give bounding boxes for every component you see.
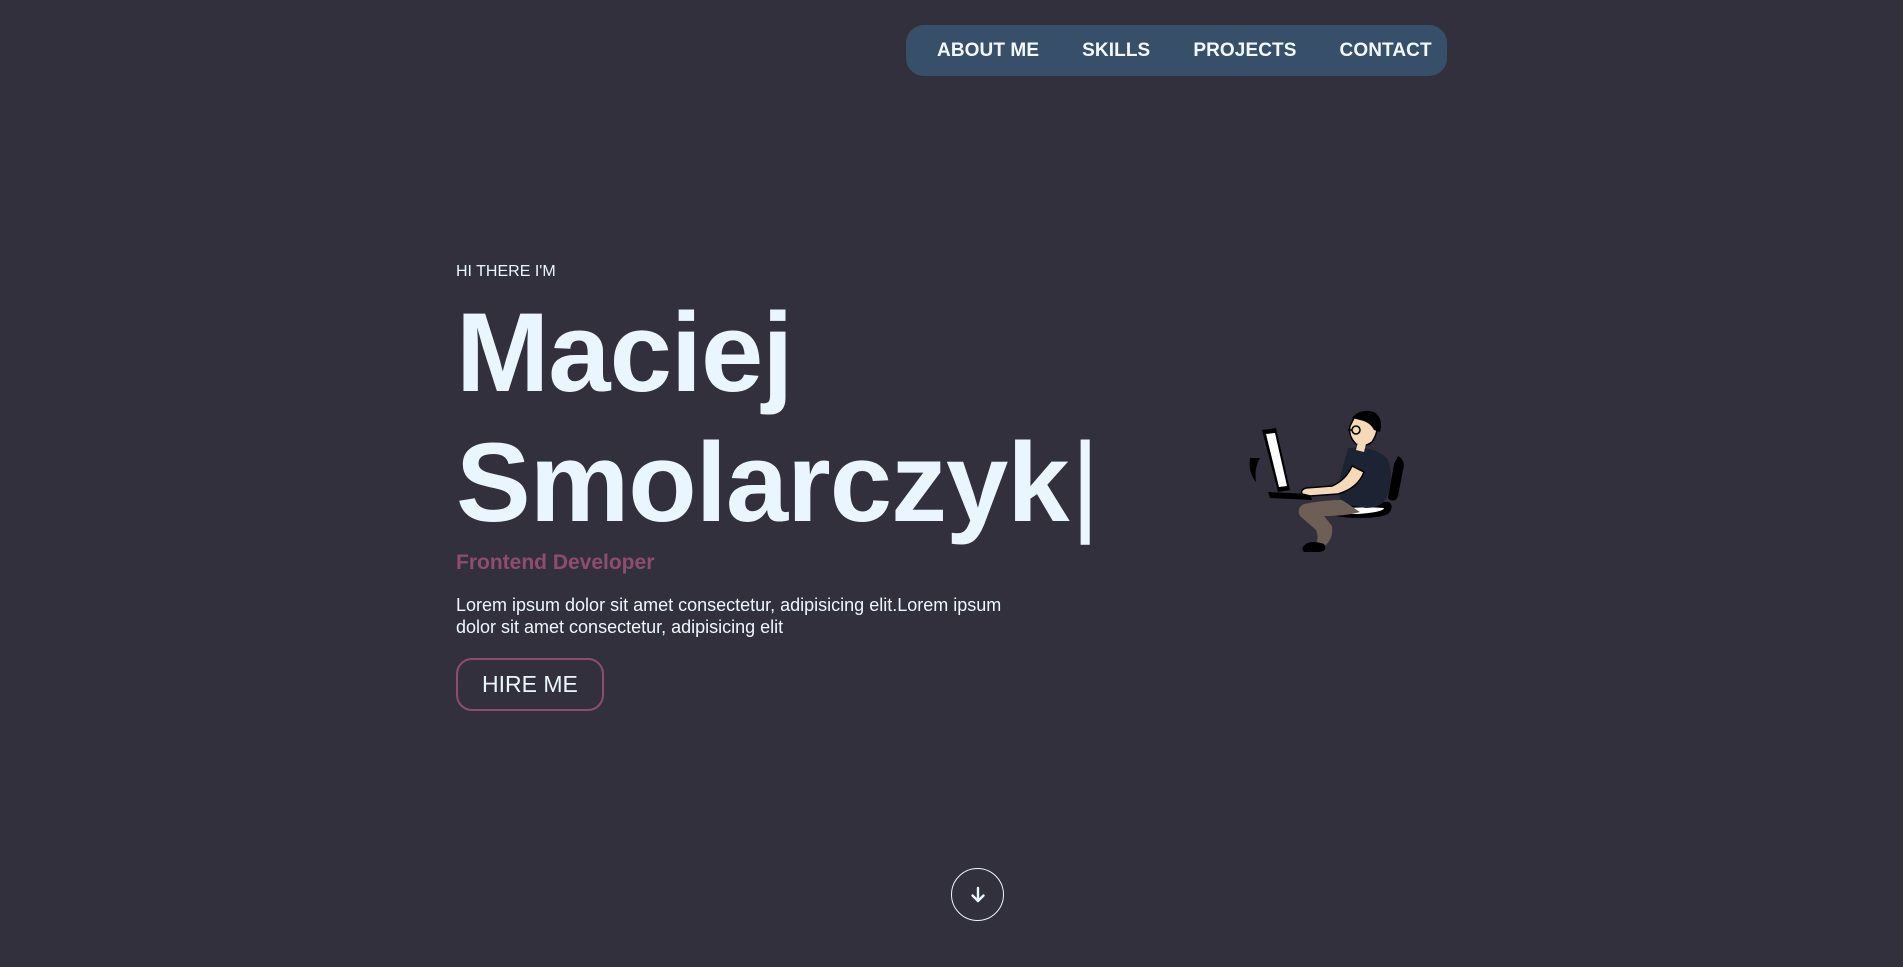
nav-link-skills[interactable]: SKILLS xyxy=(1082,40,1150,62)
hero-section: HI THERE I'M Maciej Smolarczyk| Frontend… xyxy=(456,262,1100,711)
hero-description: Lorem ipsum dolor sit amet consectetur, … xyxy=(456,595,1002,637)
hero-name: Maciej Smolarczyk| xyxy=(456,288,1100,548)
hero-role: Frontend Developer xyxy=(456,551,655,574)
nav-link-contact[interactable]: CONTACT xyxy=(1340,40,1432,62)
developer-at-computer-illustration xyxy=(1248,408,1406,556)
typing-caret: | xyxy=(1070,420,1100,545)
nav-link-projects[interactable]: PROJECTS xyxy=(1193,40,1296,62)
hero-last-name: Smolarczyk xyxy=(456,420,1070,545)
scroll-down-button[interactable] xyxy=(951,868,1004,921)
hero-greeting: HI THERE I'M xyxy=(456,263,556,280)
hire-me-button[interactable]: HIRE ME xyxy=(456,658,604,711)
hero-first-name: Maciej xyxy=(456,290,793,415)
arrow-down-icon xyxy=(970,886,985,902)
nav-link-about-me[interactable]: ABOUT ME xyxy=(937,40,1039,62)
main-navigation: ABOUT ME SKILLS PROJECTS CONTACT xyxy=(906,25,1447,76)
